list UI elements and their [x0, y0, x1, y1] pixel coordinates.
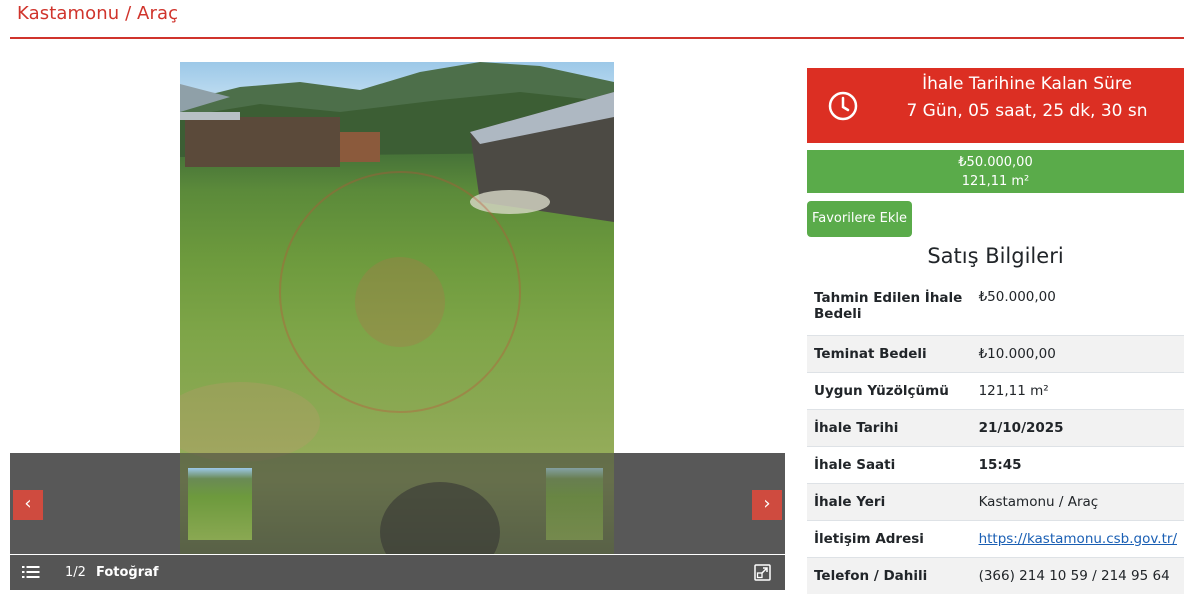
media-type-label: Fotoğraf — [96, 565, 159, 580]
row-value: 21/10/2025 — [978, 419, 1064, 436]
thumbnail-2[interactable] — [546, 468, 603, 540]
row-value: (366) 214 10 59 / 214 95 64 — [978, 567, 1170, 584]
table-row: İhale Saati 15:45 — [807, 446, 1184, 483]
table-row: Uygun Yüzölçümü 121,11 m² — [807, 372, 1184, 409]
row-label: İhale Yeri — [814, 493, 886, 510]
fullscreen-icon[interactable] — [754, 564, 771, 581]
row-label: Uygun Yüzölçümü — [814, 382, 949, 399]
thumbnail-1[interactable] — [188, 468, 252, 540]
photo-gallery: ‹ › 1/2 Fotoğraf — [10, 60, 785, 590]
table-row: İhale Yeri Kastamonu / Araç — [807, 483, 1184, 520]
row-value: 15:45 — [978, 456, 1022, 473]
next-photo-button[interactable]: › — [752, 490, 782, 520]
row-label: Teminat Bedeli — [814, 345, 927, 362]
thumbnail-strip — [10, 453, 785, 554]
row-label: Telefon / Dahili — [814, 567, 928, 584]
title-divider — [10, 37, 1184, 39]
row-label: İhale Saati — [814, 456, 896, 473]
table-row: Telefon / Dahili (366) 214 10 59 / 214 9… — [807, 557, 1184, 594]
row-value: Kastamonu / Araç — [978, 493, 1099, 510]
row-label: İletişim Adresi — [814, 530, 924, 547]
row-label: Tahmin Edilen İhale Bedeli — [814, 290, 963, 323]
table-row: İletişim Adresi https://kastamonu.csb.go… — [807, 520, 1184, 557]
list-icon[interactable] — [22, 564, 40, 580]
row-value: https://kastamonu.csb.gov.tr/ — [972, 520, 1184, 557]
table-row: Tahmin Edilen İhale Bedeli ₺50.000,00 — [807, 278, 1184, 335]
photo-counter: 1/2 — [65, 565, 86, 580]
price-area: 121,11 m² — [961, 174, 1030, 189]
countdown-remaining: 7 Gün, 05 saat, 25 dk, 30 sn — [906, 101, 1148, 121]
table-row: İhale Tarihi 21/10/2025 — [807, 409, 1184, 446]
auction-countdown: İhale Tarihine Kalan Süre 7 Gün, 05 saat… — [807, 68, 1184, 143]
prev-photo-button[interactable]: ‹ — [13, 490, 43, 520]
price-amount: ₺50.000,00 — [958, 155, 1033, 170]
gallery-toolbar: 1/2 Fotoğraf — [10, 555, 785, 590]
price-summary: ₺50.000,00 121,11 m² — [807, 150, 1184, 193]
table-row: Teminat Bedeli ₺10.000,00 — [807, 335, 1184, 372]
countdown-title: İhale Tarihine Kalan Süre — [922, 74, 1132, 94]
contact-address-link[interactable]: https://kastamonu.csb.gov.tr/ — [979, 531, 1177, 547]
row-value: ₺10.000,00 — [978, 345, 1056, 362]
row-label: İhale Tarihi — [814, 419, 899, 436]
sale-info-title: Satış Bilgileri — [927, 244, 1064, 268]
sale-info-table: Tahmin Edilen İhale Bedeli ₺50.000,00 Te… — [807, 278, 1184, 594]
row-value: 121,11 m² — [978, 382, 1049, 399]
add-to-favorites-button[interactable]: Favorilere Ekle — [807, 201, 912, 237]
row-value: ₺50.000,00 — [978, 289, 1056, 305]
clock-icon — [828, 91, 858, 121]
page-title: Kastamonu / Araç — [17, 3, 179, 24]
